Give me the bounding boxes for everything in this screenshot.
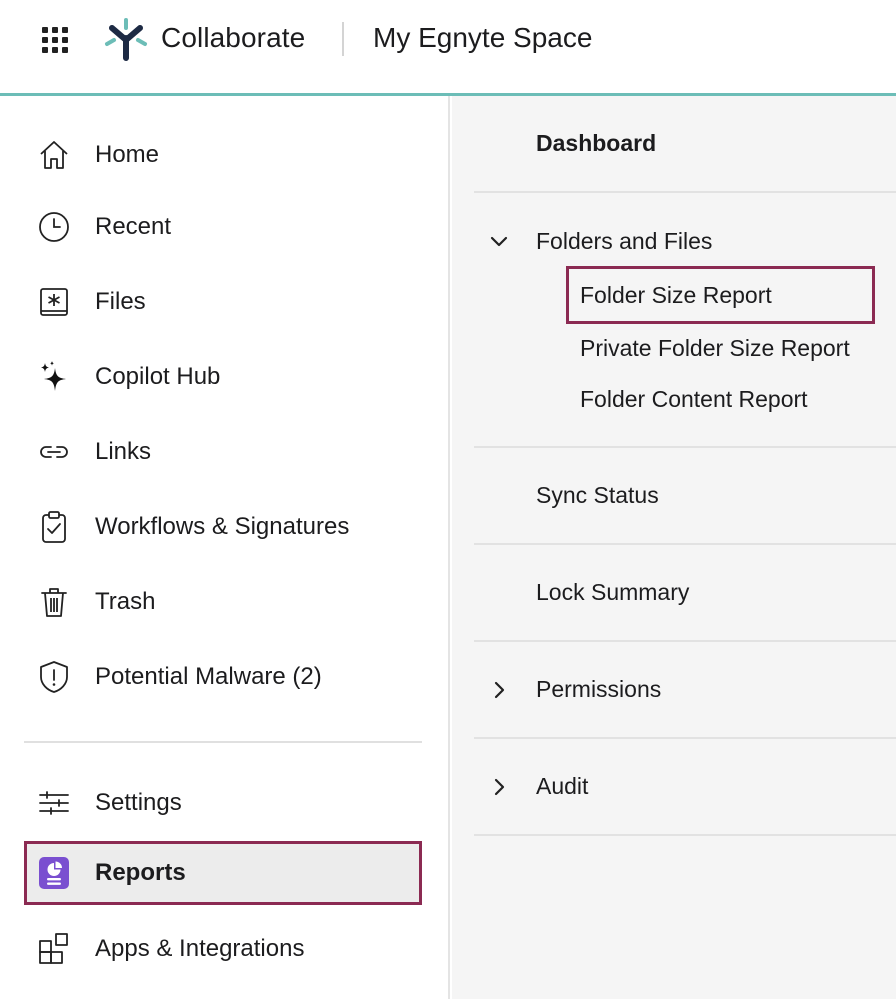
sidebar-item-recent[interactable]: Recent (24, 197, 422, 257)
top-header: Collaborate My Egnyte Space (0, 0, 896, 96)
link-icon (36, 434, 72, 470)
trash-icon (36, 584, 72, 620)
section-divider (474, 737, 896, 739)
sidebar-item-apps-integrations[interactable]: Apps & Integrations (24, 919, 422, 979)
sidebar-item-home[interactable]: Home (24, 125, 422, 185)
sidebar-item-copilot-hub[interactable]: Copilot Hub (24, 347, 422, 407)
apps-grid-icon[interactable] (42, 27, 68, 53)
reports-panel: Dashboard Folders and Files Folder Size … (452, 96, 896, 999)
apps-integrations-icon (36, 931, 72, 967)
sidebar-item-label: Apps & Integrations (95, 935, 305, 962)
egnyte-logo-icon[interactable] (104, 16, 148, 62)
sidebar-item-label: Potential Malware (2) (95, 663, 322, 690)
sidebar-item-label: Links (95, 438, 152, 465)
chevron-right-icon (494, 681, 505, 699)
report-sync-status-label: Sync Status (536, 482, 659, 508)
shield-alert-icon (36, 659, 72, 695)
section-divider (474, 191, 896, 193)
report-private-folder-size-label: Private Folder Size Report (580, 334, 850, 361)
clock-icon (36, 209, 72, 245)
sidebar: Home Recent Files Copilot Hub Links Work… (0, 96, 450, 999)
sidebar-item-workflows[interactable]: Workflows & Signatures (24, 497, 422, 557)
files-icon (36, 284, 72, 320)
sparkle-icon (36, 359, 72, 395)
report-folder-size[interactable]: Folder Size Report (566, 266, 875, 324)
sidebar-item-label: Trash (95, 588, 156, 615)
sidebar-item-label: Settings (95, 789, 182, 816)
app-brand-name: Collaborate (161, 22, 306, 53)
report-folder-content[interactable]: Folder Content Report (566, 370, 808, 428)
sidebar-item-settings[interactable]: Settings (24, 773, 422, 833)
chevron-down-icon (490, 236, 508, 247)
space-title: My Egnyte Space (373, 22, 593, 53)
report-lock-summary-label: Lock Summary (536, 579, 690, 605)
report-group-label: Audit (536, 773, 589, 799)
sidebar-item-label: Files (95, 288, 146, 315)
section-divider (474, 543, 896, 545)
report-group-audit[interactable]: Audit (474, 767, 896, 807)
report-group-permissions[interactable]: Permissions (474, 670, 896, 710)
report-private-folder-size[interactable]: Private Folder Size Report (566, 319, 850, 377)
report-sync-status[interactable]: Sync Status (474, 476, 896, 516)
report-folder-content-label: Folder Content Report (580, 385, 808, 412)
report-group-folders-and-files[interactable]: Folders and Files (474, 222, 896, 262)
section-divider (474, 446, 896, 448)
chevron-right-icon (494, 778, 505, 796)
sidebar-divider (24, 741, 422, 743)
report-group-label: Permissions (536, 676, 662, 702)
header-divider (342, 22, 344, 56)
report-folder-size-label: Folder Size Report (580, 281, 772, 308)
sliders-icon (36, 785, 72, 821)
sidebar-item-potential-malware[interactable]: Potential Malware (2) (24, 647, 422, 707)
sidebar-item-label: Workflows & Signatures (95, 513, 350, 540)
sidebar-item-label: Reports (95, 859, 186, 886)
sidebar-item-files[interactable]: Files (24, 272, 422, 332)
sidebar-item-label: Home (95, 141, 160, 168)
sidebar-item-reports[interactable]: Reports (24, 841, 422, 905)
sidebar-item-label: Recent (95, 213, 172, 240)
report-group-label: Folders and Files (536, 228, 713, 254)
reports-icon (36, 855, 72, 891)
sidebar-item-label: Copilot Hub (95, 363, 221, 390)
home-icon (36, 137, 72, 173)
sidebar-item-links[interactable]: Links (24, 422, 422, 482)
report-dashboard[interactable]: Dashboard (474, 124, 896, 164)
sidebar-item-trash[interactable]: Trash (24, 572, 422, 632)
section-divider (474, 834, 896, 836)
clipboard-check-icon (36, 509, 72, 545)
report-lock-summary[interactable]: Lock Summary (474, 573, 896, 613)
section-divider (474, 640, 896, 642)
report-dashboard-label: Dashboard (536, 130, 657, 156)
